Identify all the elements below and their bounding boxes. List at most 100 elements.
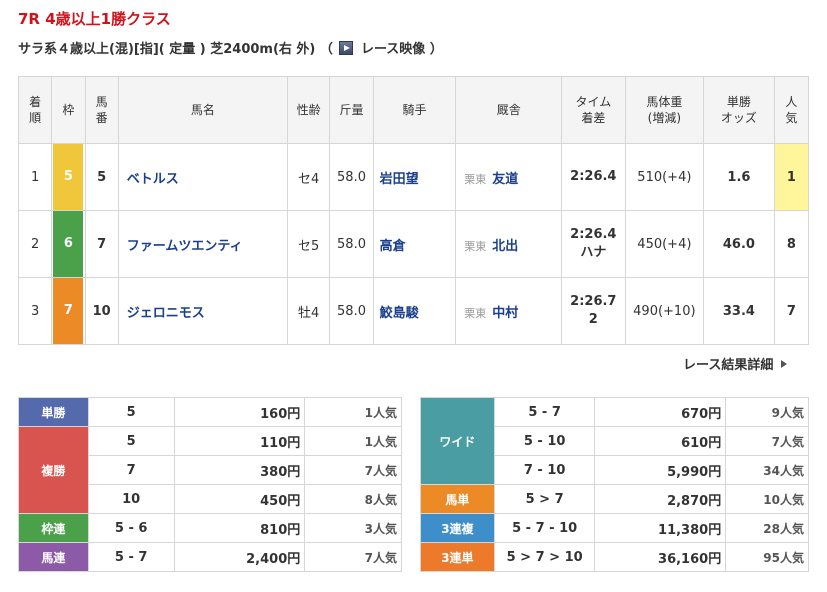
payout-row: ワイド 5 - 7 670円 9人気 — [420, 397, 809, 485]
payout-popularity: 1人気 — [304, 426, 402, 456]
stable: 栗東 北出 — [455, 210, 563, 278]
trainer-link[interactable]: 中村 — [492, 306, 518, 321]
payout-row: 3連複 5 - 7 - 10 11,380円 28人気 — [420, 513, 809, 543]
trainer-link[interactable]: 北出 — [492, 239, 518, 254]
race-conditions: サラ系４歳以上(混)[指]( 定量 ) 芝2400m(右 外) （ レース映像 … — [18, 38, 443, 57]
header-umaban: 馬 番 — [84, 76, 119, 144]
finish-time: 2:26.4 — [561, 143, 626, 211]
payout-yen: 11,380円 — [594, 513, 727, 543]
payout-yen: 810円 — [173, 513, 306, 543]
body-weight: 450(+4) — [624, 210, 705, 278]
sex-age: セ4 — [287, 143, 331, 211]
payout-combo: 5 — [87, 426, 175, 456]
rank: 1 — [17, 143, 53, 211]
payout-combo: 5 > 7 > 10 — [493, 542, 596, 572]
race-result-detail-link[interactable]: レース結果詳細 — [683, 354, 788, 373]
header-waku: 枠 — [51, 76, 86, 144]
header-rank: 着 順 — [17, 76, 53, 144]
stable: 栗東 友道 — [455, 143, 563, 211]
popularity: 8 — [773, 210, 810, 278]
payout-row: 馬単 5 > 7 2,870円 10人気 — [420, 484, 809, 514]
table-row: 2 6 7 ファームツエンティ セ5 58.0 高倉 栗東 北出 2:26.4 ハナ… — [17, 210, 810, 278]
payout-yen: 2,870円 — [594, 484, 727, 514]
payout-combo: 5 > 7 — [493, 484, 596, 514]
table-row: 1 5 5 ベトルス セ4 58.0 岩田望 栗東 友道 2:26.4 510(+… — [17, 143, 810, 211]
payout-combo: 10 — [87, 484, 175, 514]
waku-badge: 6 — [53, 211, 84, 277]
payout-label-tansho: 単勝 — [18, 397, 89, 427]
finish-time: 2:26.7 2 — [561, 277, 626, 345]
header-time: タイム 着差 — [561, 76, 626, 144]
payout-popularity: 10人気 — [725, 484, 809, 514]
waku-badge: 5 — [53, 144, 84, 210]
header-horse-name: 馬名 — [117, 76, 289, 144]
finish-time: 2:26.4 ハナ — [561, 210, 626, 278]
sex-age: セ5 — [287, 210, 331, 278]
payout-popularity: 9人気 — [725, 397, 809, 427]
payout-combo: 5 - 7 — [87, 542, 175, 572]
trainer-link[interactable]: 友道 — [492, 172, 518, 187]
result-table: 着 順 枠 馬 番 馬名 性齢 斤量 騎手 厩舎 タイム 着差 馬体重 (増減)… — [17, 76, 810, 345]
carried-weight: 58.0 — [329, 277, 374, 345]
payout-yen: 380円 — [173, 455, 306, 485]
payout-popularity: 8人気 — [304, 484, 402, 514]
win-odds: 33.4 — [703, 277, 775, 345]
payout-label-fukusho: 複勝 — [18, 426, 89, 514]
stable-area: 栗東 — [464, 306, 487, 320]
header-jockey: 騎手 — [372, 76, 457, 144]
payout-popularity: 7人気 — [725, 426, 809, 456]
body-weight: 510(+4) — [624, 143, 705, 211]
payout-table-right: ワイド 5 - 7 670円 9人気 5 - 10 610円 7人気 7 - 1… — [420, 397, 809, 572]
stable-area: 栗東 — [464, 172, 487, 186]
umaban: 10 — [84, 277, 119, 345]
payout-row: 単勝 5 160円 1人気 — [18, 397, 402, 427]
payout-popularity: 95人気 — [725, 542, 809, 572]
payout-yen: 2,400円 — [173, 542, 306, 572]
payout-yen: 450円 — [173, 484, 306, 514]
race-title: 7R 4歳以上1勝クラス — [18, 10, 171, 28]
rank: 3 — [17, 277, 53, 345]
payout-yen: 5,990円 — [594, 455, 727, 485]
payout-row: 馬連 5 - 7 2,400円 7人気 — [18, 542, 402, 572]
sex-age: 牡4 — [287, 277, 331, 345]
header-popularity: 人 気 — [773, 76, 810, 144]
win-odds: 1.6 — [703, 143, 775, 211]
video-icon[interactable] — [339, 41, 354, 55]
jockey-link[interactable]: 高倉 — [372, 210, 457, 278]
payout-table-left: 単勝 5 160円 1人気 複勝 5 110円 1人気 7 380円 7人気 1… — [18, 397, 402, 572]
payout-yen: 670円 — [594, 397, 727, 427]
payout-label-wakuren: 枠連 — [18, 513, 89, 543]
payout-label-sanrentan: 3連単 — [420, 542, 495, 572]
payout-popularity: 34人気 — [725, 455, 809, 485]
payout-popularity: 7人気 — [304, 542, 402, 572]
race-conditions-text: サラ系４歳以上(混)[指]( 定量 ) 芝2400m(右 外) （ — [18, 42, 333, 57]
payout-popularity: 7人気 — [304, 455, 402, 485]
horse-name-link[interactable]: ベトルス — [117, 143, 289, 211]
payout-combo: 5 - 6 — [87, 513, 175, 543]
carried-weight: 58.0 — [329, 210, 374, 278]
payout-label-wide: ワイド — [420, 397, 495, 485]
table-row: 3 7 10 ジェロニモス 牡4 58.0 鮫島駿 栗東 中村 2:26.7 2 4… — [17, 277, 810, 345]
race-video-link[interactable]: レース映像 — [361, 42, 425, 57]
umaban: 7 — [84, 210, 119, 278]
win-odds: 46.0 — [703, 210, 775, 278]
payout-combo: 5 - 7 - 10 — [493, 513, 596, 543]
popularity: 1 — [773, 143, 810, 211]
payout-yen: 160円 — [173, 397, 306, 427]
waku-badge: 7 — [53, 278, 84, 344]
rank: 2 — [17, 210, 53, 278]
payout-label-umaren: 馬連 — [18, 542, 89, 572]
payout-combo: 5 — [87, 397, 175, 427]
header-body-weight: 馬体重 (増減) — [624, 76, 705, 144]
umaban: 5 — [84, 143, 119, 211]
payout-row: 3連単 5 > 7 > 10 36,160円 95人気 — [420, 542, 809, 572]
payout-popularity: 1人気 — [304, 397, 402, 427]
payout-yen: 610円 — [594, 426, 727, 456]
horse-name-link[interactable]: ジェロニモス — [117, 277, 289, 345]
popularity: 7 — [773, 277, 810, 345]
jockey-link[interactable]: 鮫島駿 — [372, 277, 457, 345]
payout-combo: 5 - 7 — [493, 397, 596, 427]
jockey-link[interactable]: 岩田望 — [372, 143, 457, 211]
horse-name-link[interactable]: ファームツエンティ — [117, 210, 289, 278]
payout-popularity: 3人気 — [304, 513, 402, 543]
